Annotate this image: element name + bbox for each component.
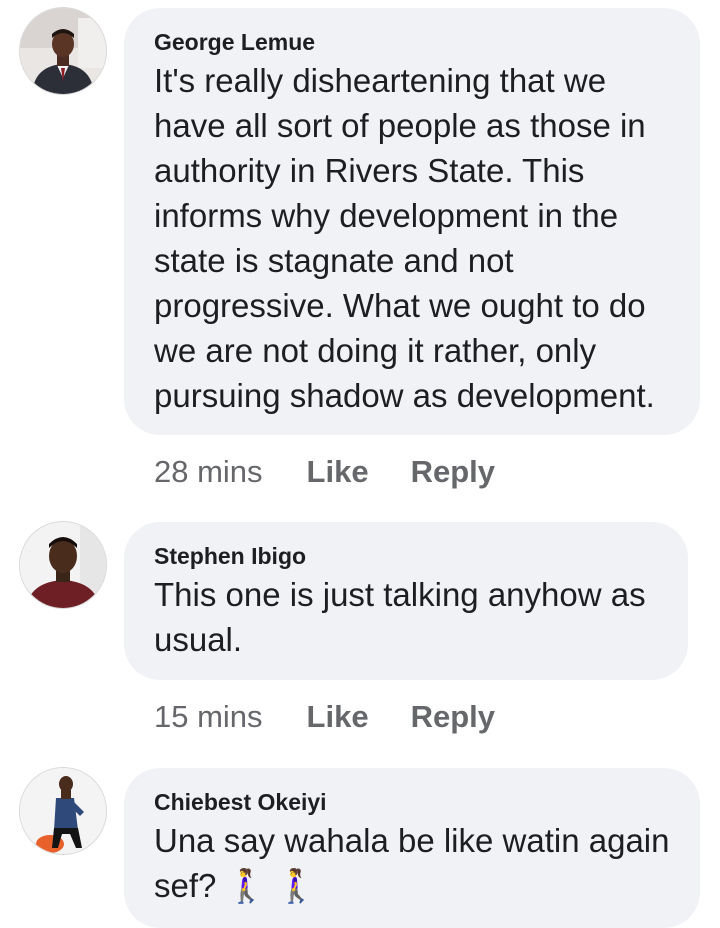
- comment-text: It's really disheartening that we have a…: [154, 62, 655, 414]
- comment-text: This one is just talking anyhow as usual…: [154, 576, 646, 658]
- avatar-photo-icon: [20, 8, 106, 94]
- comment-timestamp[interactable]: 28 mins: [154, 452, 263, 492]
- avatar-photo-icon: [20, 522, 106, 608]
- avatar[interactable]: [20, 768, 106, 854]
- comment-bubble: George Lemue It's really disheartening t…: [124, 8, 700, 435]
- comment-author[interactable]: George Lemue: [154, 28, 670, 56]
- avatar[interactable]: [20, 522, 106, 608]
- comment-text: Una say wahala be like watin again sef? …: [154, 822, 670, 904]
- comment-actions: 28 mins Like Reply: [154, 452, 495, 492]
- reply-button[interactable]: Reply: [411, 697, 495, 737]
- comment-bubble: Chiebest Okeiyi Una say wahala be like w…: [124, 768, 700, 928]
- comment-author[interactable]: Chiebest Okeiyi: [154, 788, 670, 816]
- avatar[interactable]: [20, 8, 106, 94]
- like-button[interactable]: Like: [307, 452, 369, 492]
- like-button[interactable]: Like: [307, 697, 369, 737]
- comment-bubble: Stephen Ibigo This one is just talking a…: [124, 522, 688, 680]
- comment-timestamp[interactable]: 15 mins: [154, 697, 263, 737]
- reply-button[interactable]: Reply: [411, 452, 495, 492]
- comment-author[interactable]: Stephen Ibigo: [154, 542, 658, 570]
- comment-actions: 15 mins Like Reply: [154, 697, 495, 737]
- avatar-photo-icon: [20, 768, 106, 854]
